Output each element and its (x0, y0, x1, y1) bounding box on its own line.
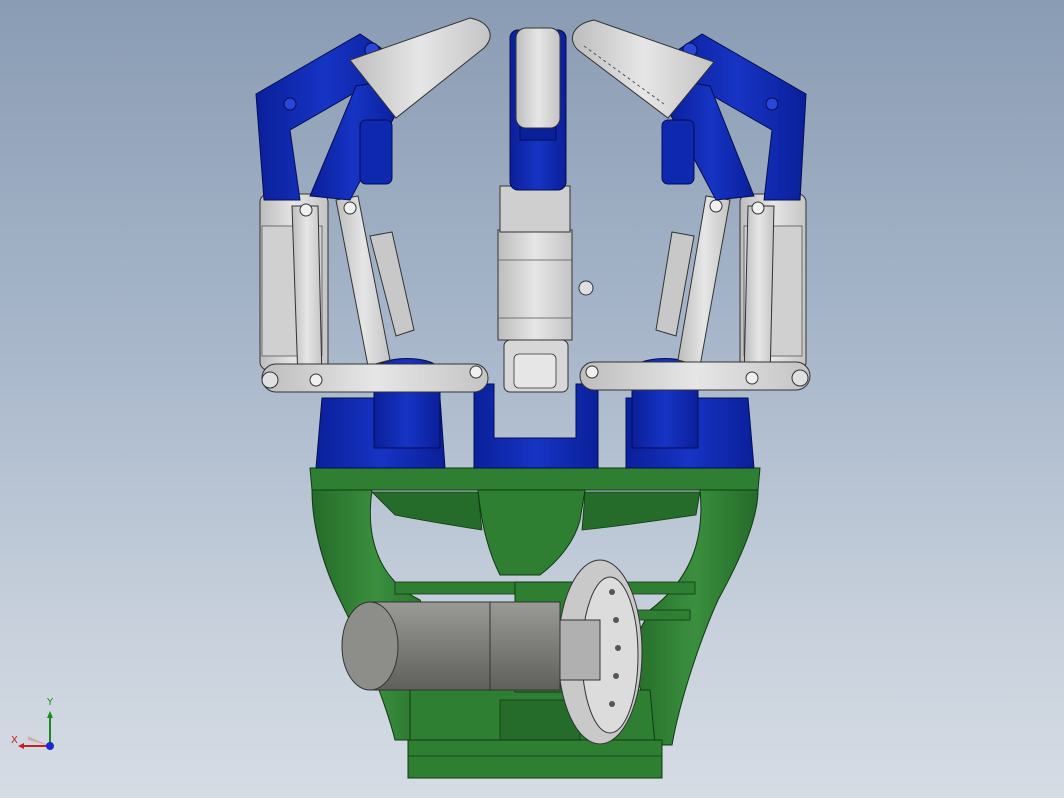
y-axis-label: Y (47, 697, 54, 708)
gripper-3d-model[interactable] (0, 0, 1064, 798)
left-finger (255, 17, 491, 393)
x-axis-label: X (11, 735, 18, 746)
axis-triad: Y X (8, 696, 68, 756)
graphics-viewport[interactable]: Y X (0, 0, 1064, 798)
triad-arrows-icon (18, 711, 54, 750)
right-finger (572, 19, 811, 391)
center-finger (497, 27, 594, 393)
